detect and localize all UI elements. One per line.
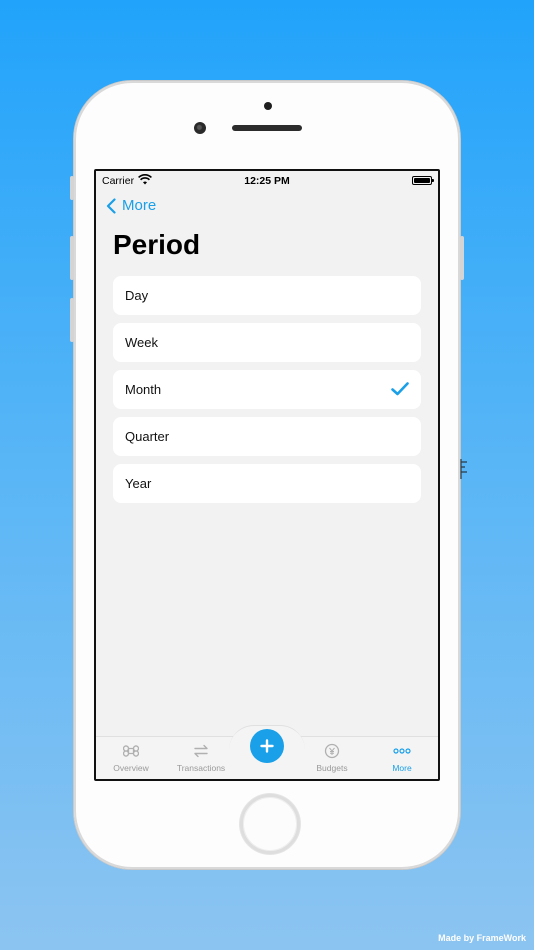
tab-label: More xyxy=(392,763,412,773)
option-label: Quarter xyxy=(125,429,170,444)
chevron-left-icon xyxy=(106,197,116,214)
swap-arrows-icon xyxy=(194,744,208,758)
front-camera xyxy=(194,122,206,134)
option-day[interactable]: Day xyxy=(113,276,421,315)
decorative-mark xyxy=(460,459,467,479)
home-button[interactable] xyxy=(240,794,300,854)
dots-icon xyxy=(393,748,411,754)
coin-icon xyxy=(324,743,340,759)
tab-budgets[interactable]: Budgets xyxy=(300,743,364,773)
page-title: Period xyxy=(113,229,201,260)
tab-overview[interactable]: Overview xyxy=(99,743,163,773)
volume-up-button xyxy=(70,236,74,280)
option-quarter[interactable]: Quarter xyxy=(113,417,421,456)
add-transaction-button[interactable] xyxy=(250,729,284,763)
plus-icon xyxy=(260,739,274,753)
tab-label: Transactions xyxy=(176,763,226,773)
option-year[interactable]: Year xyxy=(113,464,421,503)
credit-text: Made by FrameWork xyxy=(438,933,526,943)
command-icon xyxy=(123,745,139,757)
tab-transactions[interactable]: Transactions xyxy=(169,743,233,773)
checkmark-icon xyxy=(391,382,409,396)
battery-icon xyxy=(412,176,434,185)
status-bar: Carrier 12:25 PM xyxy=(96,171,438,191)
option-label: Year xyxy=(125,476,152,491)
option-label: Month xyxy=(125,382,162,397)
tab-bar: Overview Transactions Budgets More xyxy=(96,725,438,779)
app-view: Carrier 12:25 PM More Period Day Week Mo… xyxy=(96,171,438,779)
option-label: Week xyxy=(125,335,158,350)
period-options-list: Day Week Month Quarter Year xyxy=(113,276,421,511)
option-week[interactable]: Week xyxy=(113,323,421,362)
option-month[interactable]: Month xyxy=(113,370,421,409)
volume-down-button xyxy=(70,298,74,342)
tab-more[interactable]: More xyxy=(370,743,434,773)
tab-label: Overview xyxy=(113,763,149,773)
option-label: Day xyxy=(125,288,149,303)
tab-label: Budgets xyxy=(316,763,348,773)
back-button-label: More xyxy=(122,197,157,214)
phone-screen: Carrier 12:25 PM More Period Day Week Mo… xyxy=(94,169,440,781)
earpiece-speaker xyxy=(232,125,302,131)
power-button xyxy=(460,236,464,280)
back-button[interactable]: More xyxy=(106,197,156,214)
status-time: 12:25 PM xyxy=(244,175,290,187)
proximity-sensor xyxy=(264,102,272,110)
mute-switch xyxy=(70,176,74,200)
